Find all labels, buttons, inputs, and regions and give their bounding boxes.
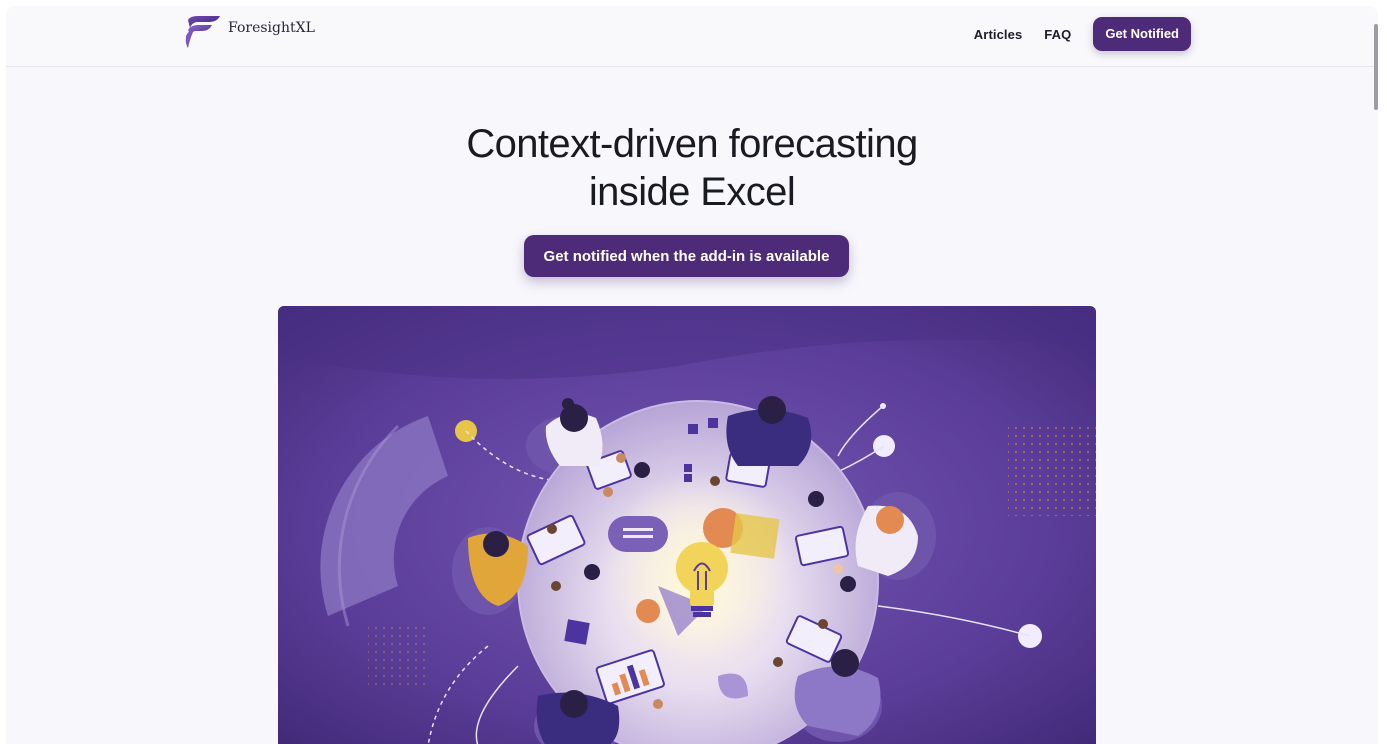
- hero-illustration: [278, 306, 1096, 744]
- brand-f-icon: [185, 16, 220, 48]
- notify-add-in-button[interactable]: Get notified when the add-in is availabl…: [524, 235, 849, 277]
- get-notified-button[interactable]: Get Notified: [1093, 17, 1191, 51]
- brand-name: ForesightXL: [228, 20, 315, 36]
- browser-viewport: ForesightXL Articles FAQ Get Notified Co…: [6, 6, 1378, 744]
- team-meeting-illustration: [278, 306, 1096, 744]
- brand-logo-link[interactable]: ForesightXL: [184, 16, 315, 50]
- hero-title-line-1: Context-driven forecasting: [466, 122, 918, 166]
- hero-title-line-2: inside Excel: [588, 170, 796, 214]
- nav-faq-link[interactable]: FAQ: [1044, 27, 1071, 42]
- nav-articles-link[interactable]: Articles: [974, 27, 1023, 42]
- site-header: ForesightXL Articles FAQ Get Notified: [6, 6, 1378, 67]
- main-nav: Articles FAQ Get Notified: [974, 17, 1191, 51]
- hero-title: Context-driven forecasting inside Excel: [6, 120, 1378, 216]
- page-scrollbar[interactable]: [1374, 24, 1378, 110]
